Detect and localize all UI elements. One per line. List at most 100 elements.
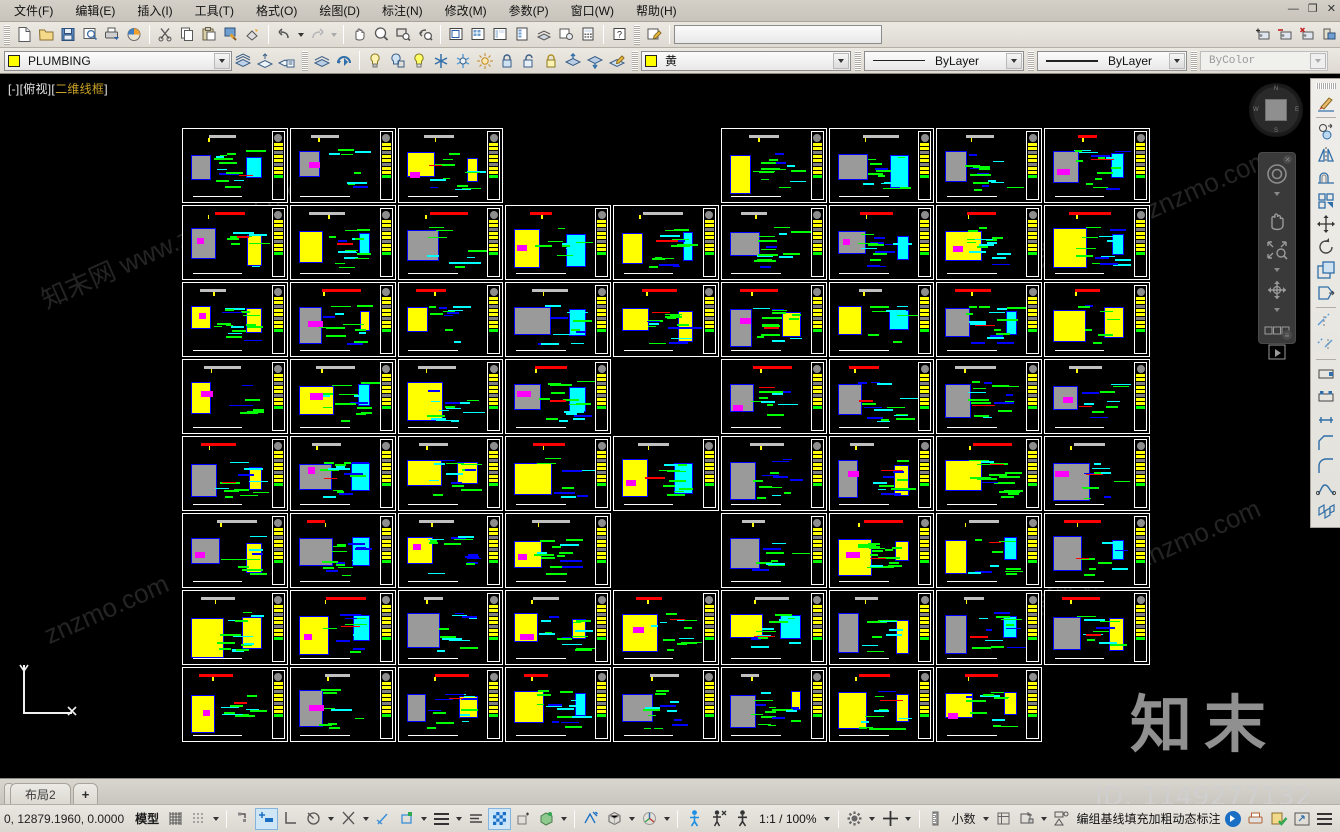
- sheet-title-block[interactable]: [1134, 208, 1147, 277]
- sheet-title-block[interactable]: [1026, 285, 1040, 354]
- chamfer-icon[interactable]: [1314, 432, 1338, 454]
- undo-dropdown-icon[interactable]: [295, 25, 306, 45]
- selection-cycling-icon[interactable]: [512, 808, 534, 830]
- sheet-title-block[interactable]: [1026, 362, 1040, 431]
- sheet-title-block[interactable]: [379, 670, 393, 739]
- sheet-title-block[interactable]: [595, 516, 609, 585]
- plot-status-icon[interactable]: [1245, 808, 1267, 830]
- object-snap-tracking-icon[interactable]: [395, 808, 417, 830]
- copy-object-icon[interactable]: [1314, 121, 1338, 143]
- sheet-title-block[interactable]: [702, 208, 716, 277]
- drawing-sheet[interactable]: [182, 205, 288, 280]
- sheet-title-block[interactable]: [1134, 285, 1147, 354]
- help-icon[interactable]: ?: [608, 24, 630, 46]
- layer-unlock-icon[interactable]: [518, 50, 540, 72]
- drawing-sheet[interactable]: [397, 282, 504, 357]
- coordinates-display[interactable]: 0, 12879.1960, 0.0000: [4, 812, 130, 826]
- polar-dropdown-icon[interactable]: [325, 809, 336, 829]
- zoom-previous-icon[interactable]: [414, 24, 436, 46]
- sheet-title-block[interactable]: [271, 516, 285, 585]
- drawing-sheet[interactable]: [505, 282, 612, 357]
- zoom-realtime-icon[interactable]: [370, 24, 392, 46]
- annotation-visibility-icon[interactable]: [580, 808, 602, 830]
- drawing-sheet[interactable]: [1044, 359, 1150, 434]
- menu-parametric[interactable]: 参数(P): [509, 2, 549, 19]
- sheet-title-block[interactable]: [1026, 439, 1040, 508]
- sheet-title-block[interactable]: [271, 131, 285, 200]
- sheet-title-block[interactable]: [810, 362, 824, 431]
- mirror-icon[interactable]: [1314, 144, 1338, 166]
- sheet-title-block[interactable]: [810, 593, 824, 662]
- annotation-scale-label[interactable]: 1:1 / 100%: [755, 812, 820, 826]
- drawing-sheet[interactable]: [936, 359, 1043, 434]
- drawing-sheet[interactable]: [828, 667, 935, 742]
- drawing-sheet[interactable]: [182, 667, 288, 742]
- isolate-dropdown-icon[interactable]: [1039, 809, 1050, 829]
- drawing-sheet[interactable]: [289, 128, 396, 203]
- otrack-dropdown-icon[interactable]: [418, 809, 429, 829]
- blend-curves-icon[interactable]: [1314, 478, 1338, 500]
- menu-format[interactable]: 格式(O): [256, 2, 297, 19]
- offset-icon[interactable]: [1314, 167, 1338, 189]
- markup-icon[interactable]: [555, 24, 577, 46]
- sheet-title-block[interactable]: [918, 362, 932, 431]
- 3d-object-snap-icon[interactable]: [372, 808, 394, 830]
- view-cube-east-label[interactable]: E: [1295, 107, 1299, 113]
- sheet-title-block[interactable]: [918, 131, 932, 200]
- sheet-title-block[interactable]: [595, 439, 609, 508]
- sheet-title-block[interactable]: [810, 439, 824, 508]
- allow-ucs-icon[interactable]: [430, 808, 452, 830]
- drawing-sheet[interactable]: [936, 128, 1043, 203]
- drawing-sheet[interactable]: [289, 282, 396, 357]
- sheet-title-block[interactable]: [702, 439, 716, 508]
- drawing-sheet[interactable]: [505, 590, 612, 665]
- layer-on-icon[interactable]: [408, 50, 430, 72]
- menu-draw[interactable]: 绘图(D): [319, 2, 360, 19]
- gizmo-dropdown-icon[interactable]: [558, 809, 569, 829]
- navbar-more-icon[interactable]: ≡: [1282, 330, 1292, 340]
- layout-icon[interactable]: [445, 24, 467, 46]
- plot-icon[interactable]: [101, 24, 123, 46]
- snap-mode-icon[interactable]: [187, 808, 209, 830]
- layer-thaw-icon[interactable]: [452, 50, 474, 72]
- drawing-sheet[interactable]: [613, 590, 719, 665]
- menu-modify[interactable]: 修改(M): [445, 2, 487, 19]
- sheet-title-block[interactable]: [1026, 131, 1040, 200]
- paste-icon[interactable]: [198, 24, 220, 46]
- drawing-sheet[interactable]: [936, 667, 1043, 742]
- linetype-selector[interactable]: ByLayer: [864, 50, 1024, 71]
- annotation-visibility-person-icon[interactable]: [707, 808, 730, 830]
- array-icon[interactable]: [1314, 190, 1338, 212]
- move-icon[interactable]: [1314, 213, 1338, 235]
- add-icon[interactable]: [879, 808, 902, 830]
- sheet-title-block[interactable]: [271, 208, 285, 277]
- toolbar-grip-2[interactable]: [633, 24, 640, 45]
- layer-match-icon[interactable]: [333, 50, 355, 72]
- drawing-sheet[interactable]: [720, 205, 827, 280]
- sheet-title-block[interactable]: [918, 516, 932, 585]
- drawing-sheet[interactable]: [1044, 282, 1150, 357]
- sheet-title-block[interactable]: [918, 208, 932, 277]
- workspace-add-icon[interactable]: [1252, 24, 1274, 46]
- toolbar-grip[interactable]: [3, 24, 10, 45]
- layer-isolate-icon[interactable]: [386, 50, 408, 72]
- minimize-button[interactable]: —: [1288, 2, 1299, 16]
- hardware-accel-icon[interactable]: [1222, 808, 1244, 830]
- break-icon[interactable]: [1314, 386, 1338, 408]
- drawing-sheet[interactable]: [613, 436, 719, 511]
- units-value[interactable]: 小数: [948, 810, 980, 827]
- menu-file[interactable]: 文件(F): [14, 2, 53, 19]
- drawing-sheet[interactable]: [289, 205, 396, 280]
- layer-delete-icon[interactable]: [584, 50, 606, 72]
- orbit-icon[interactable]: [1264, 279, 1290, 301]
- drawing-sheet[interactable]: [289, 436, 396, 511]
- annotation-scale-person-icon[interactable]: [683, 808, 706, 830]
- drawing-sheet[interactable]: [397, 205, 504, 280]
- orbit-dropdown-icon[interactable]: [1274, 308, 1280, 312]
- viewport-visual-style[interactable]: 二维线框: [55, 82, 104, 96]
- drawing-sheet[interactable]: [289, 359, 396, 434]
- drawing-sheet[interactable]: [936, 513, 1043, 588]
- rotate-icon[interactable]: [1314, 236, 1338, 258]
- gizmo-icon[interactable]: [535, 808, 557, 830]
- space-toggle[interactable]: 模型: [131, 810, 163, 827]
